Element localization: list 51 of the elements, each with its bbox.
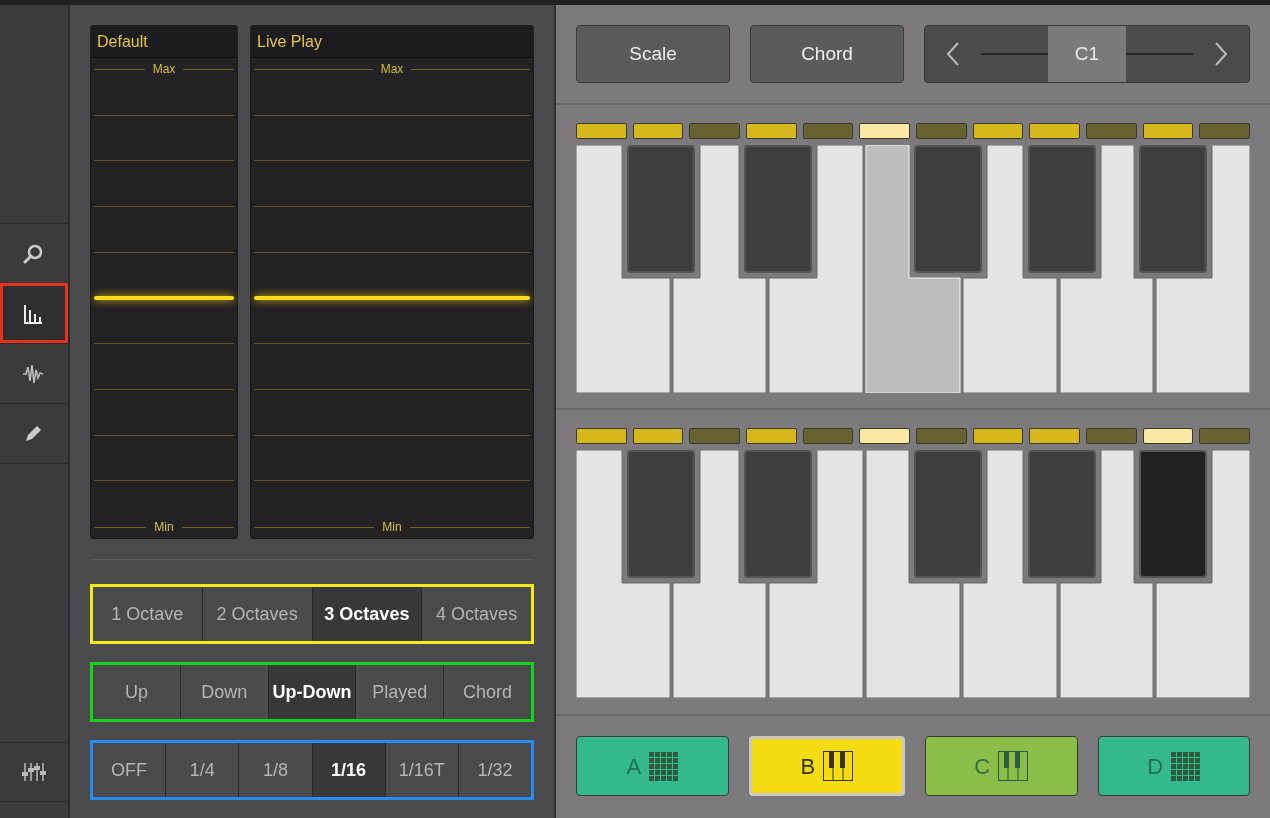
piano-key[interactable] [768, 450, 864, 698]
segment-option[interactable]: Up [93, 665, 181, 719]
segment-option[interactable]: 1/16T [385, 743, 459, 797]
segment-option[interactable]: 4 Octaves [422, 587, 531, 641]
piano-icon [998, 751, 1029, 781]
min-label: Min [154, 519, 174, 536]
piano-key[interactable] [768, 145, 864, 393]
pattern-pad[interactable]: D [1097, 736, 1250, 796]
pattern-pad[interactable]: B [748, 736, 905, 796]
pattern-pad[interactable]: A [576, 736, 729, 796]
piano-icon [823, 751, 854, 781]
segment-option[interactable]: 2 Octaves [202, 587, 313, 641]
waveform-icon [22, 362, 46, 385]
chevron-right-icon [1214, 41, 1228, 67]
min-label: Min [382, 519, 402, 536]
segment-option[interactable]: 1/8 [239, 743, 313, 797]
piano-key[interactable] [865, 450, 961, 698]
piano-key[interactable] [672, 145, 767, 393]
mixer-icon [22, 761, 46, 783]
mixer-button[interactable] [0, 742, 68, 802]
piano-key[interactable] [1059, 145, 1154, 393]
chevron-left-icon [946, 41, 960, 67]
toolbar-button[interactable]: Scale [576, 25, 730, 83]
sidebar-button[interactable] [0, 283, 68, 343]
piano-key[interactable] [576, 145, 671, 393]
toolbar-button[interactable]: Chord [750, 25, 904, 83]
segment-option[interactable]: Chord [444, 665, 531, 719]
grid-icon [1171, 751, 1201, 781]
pattern-pad[interactable]: C [925, 736, 1078, 796]
segment-option[interactable]: Down [180, 665, 269, 719]
segment-option[interactable]: 1/4 [166, 743, 240, 797]
segment-option[interactable]: Played [356, 665, 445, 719]
piano-key[interactable] [962, 450, 1058, 698]
panel-title: Live Play [251, 26, 533, 58]
piano-key[interactable] [962, 145, 1058, 393]
piano-key[interactable] [1155, 450, 1250, 698]
grid-icon [649, 751, 679, 781]
piano-key[interactable] [1059, 450, 1154, 698]
max-label: Max [152, 61, 176, 78]
max-label: Max [380, 61, 404, 78]
segment-option[interactable]: 1 Octave [93, 587, 203, 641]
octave-stepper[interactable]: C1 [924, 25, 1250, 83]
segment-option[interactable]: OFF [93, 743, 167, 797]
piano-key[interactable] [1155, 145, 1250, 393]
octave-value[interactable]: C1 [1048, 26, 1126, 82]
slider-panel[interactable]: Live Play Max Min [250, 25, 534, 539]
slider-panel[interactable]: Default Max Min [90, 25, 238, 539]
panel-title: Default [91, 26, 237, 58]
piano-key[interactable] [576, 450, 671, 698]
piano-key[interactable] [672, 450, 767, 698]
segment-option[interactable]: 1/32 [458, 743, 532, 797]
